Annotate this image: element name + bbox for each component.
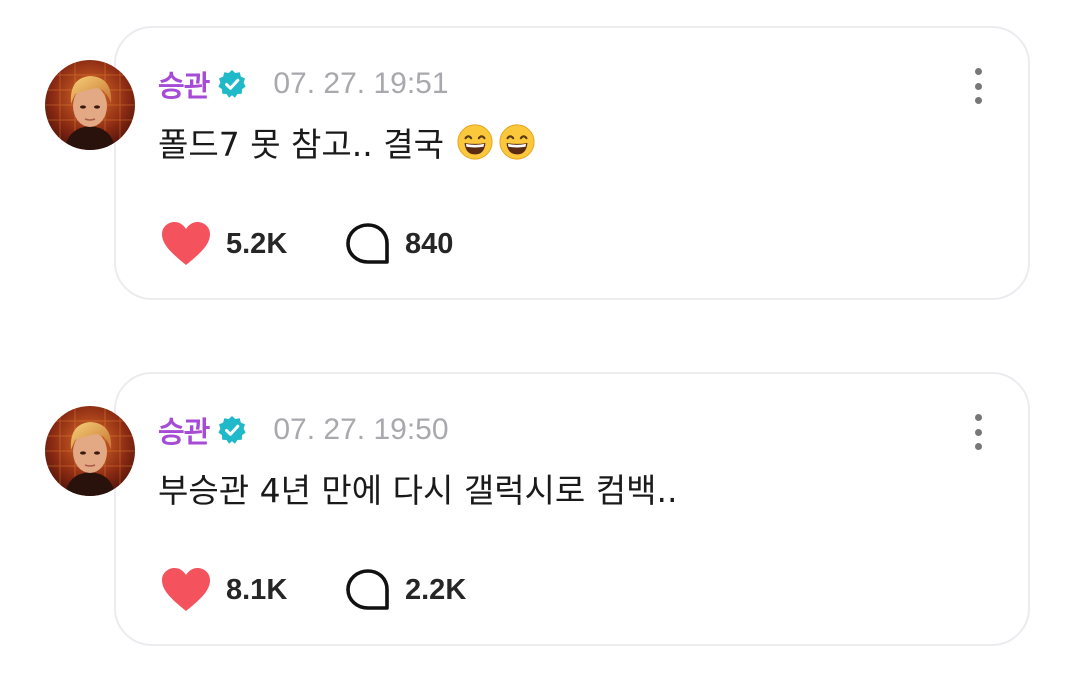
post-text: 폴드7 못 참고.. 결국: [158, 125, 444, 164]
comment-button[interactable]: 840: [345, 222, 453, 266]
post-timestamp: 07. 27. 19:51: [273, 67, 449, 100]
more-options-icon[interactable]: [960, 66, 996, 106]
comment-count: 840: [405, 227, 454, 260]
verified-badge-icon: [217, 415, 247, 445]
like-count: 8.1K: [226, 573, 288, 606]
post-actions: 8.1K 2.2K: [160, 567, 466, 613]
like-button[interactable]: 5.2K: [160, 221, 345, 267]
comment-bubble-icon: [345, 568, 391, 612]
more-options-icon[interactable]: [960, 412, 996, 452]
grinning-face-emoji-icon: [498, 123, 536, 161]
post-text: 부승관 4년 만에 다시 갤럭시로 컴백..: [158, 471, 678, 510]
heart-icon: [160, 221, 212, 267]
post-timestamp: 07. 27. 19:50: [273, 413, 449, 446]
verified-badge-icon: [217, 69, 247, 99]
post-header: 승관 07. 27. 19:51: [158, 64, 449, 104]
post-body: 폴드7 못 참고.. 결국: [158, 118, 536, 166]
post: 승관 07. 27. 19:50 부승관 4년 만에 다시 갤럭시로 컴백.. …: [0, 372, 1080, 652]
comment-bubble-icon: [345, 222, 391, 266]
avatar[interactable]: [45, 60, 135, 150]
author-name[interactable]: 승관: [158, 63, 210, 105]
grinning-face-emoji-icon: [456, 123, 494, 161]
avatar[interactable]: [45, 406, 135, 496]
like-count: 5.2K: [226, 227, 288, 260]
author-name[interactable]: 승관: [158, 409, 210, 451]
feed: 승관 07. 27. 19:51 폴드7 못 참고.. 결국 5.2K 840: [0, 0, 1080, 679]
comment-count: 2.2K: [405, 573, 467, 606]
post-body: 부승관 4년 만에 다시 갤럭시로 컴백..: [158, 464, 677, 512]
heart-icon: [160, 567, 212, 613]
post-actions: 5.2K 840: [160, 221, 453, 267]
post: 승관 07. 27. 19:51 폴드7 못 참고.. 결국 5.2K 840: [0, 26, 1080, 306]
comment-button[interactable]: 2.2K: [345, 568, 466, 612]
post-header: 승관 07. 27. 19:50: [158, 410, 449, 450]
like-button[interactable]: 8.1K: [160, 567, 345, 613]
